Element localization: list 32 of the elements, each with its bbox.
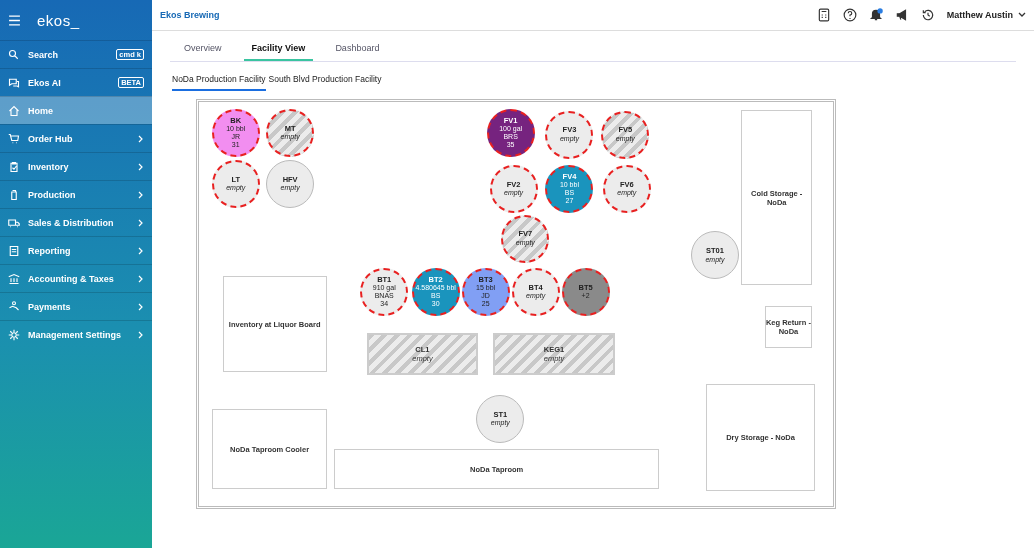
history-icon[interactable] [920,8,935,22]
company-name[interactable]: Ekos Brewing [160,10,220,20]
calculator-icon[interactable] [816,8,831,22]
tab[interactable]: Facility View [243,43,314,61]
sidebar-item[interactable]: Reporting [0,236,152,264]
logo: ekos_ [37,11,80,29]
bank-icon [8,272,20,285]
sidebar-item[interactable]: Management Settings [0,320,152,348]
chat-icon [8,76,20,89]
megaphone-icon[interactable] [894,8,909,22]
document-icon [8,244,20,257]
sidebar-item[interactable]: Sales & Distribution [0,208,152,236]
tank-icon [8,188,20,201]
sidebar-item[interactable]: Payments [0,292,152,320]
home-icon [8,104,20,117]
user-menu[interactable]: Matthew Austin [946,10,1013,20]
truck-icon [8,216,20,229]
help-icon[interactable] [842,8,857,22]
caret-icon [1018,12,1026,18]
clipboard-icon [8,160,20,173]
tab[interactable]: Dashboard [327,43,388,61]
menu-icon[interactable] [8,14,21,26]
cart-icon [8,132,20,145]
facility-tab[interactable]: South Blvd Production Facility [268,74,382,91]
search-icon [8,48,20,61]
tab[interactable]: Overview [176,43,230,61]
sidebar-item[interactable]: Order Hub [0,124,152,152]
sidebar-item[interactable]: Inventory [0,152,152,180]
bell-icon[interactable] [868,8,883,22]
sidebar-item[interactable]: Accounting & Taxes [0,264,152,292]
facility-tab[interactable]: NoDa Production Facility [172,74,266,91]
sidebar-item[interactable]: Production [0,180,152,208]
